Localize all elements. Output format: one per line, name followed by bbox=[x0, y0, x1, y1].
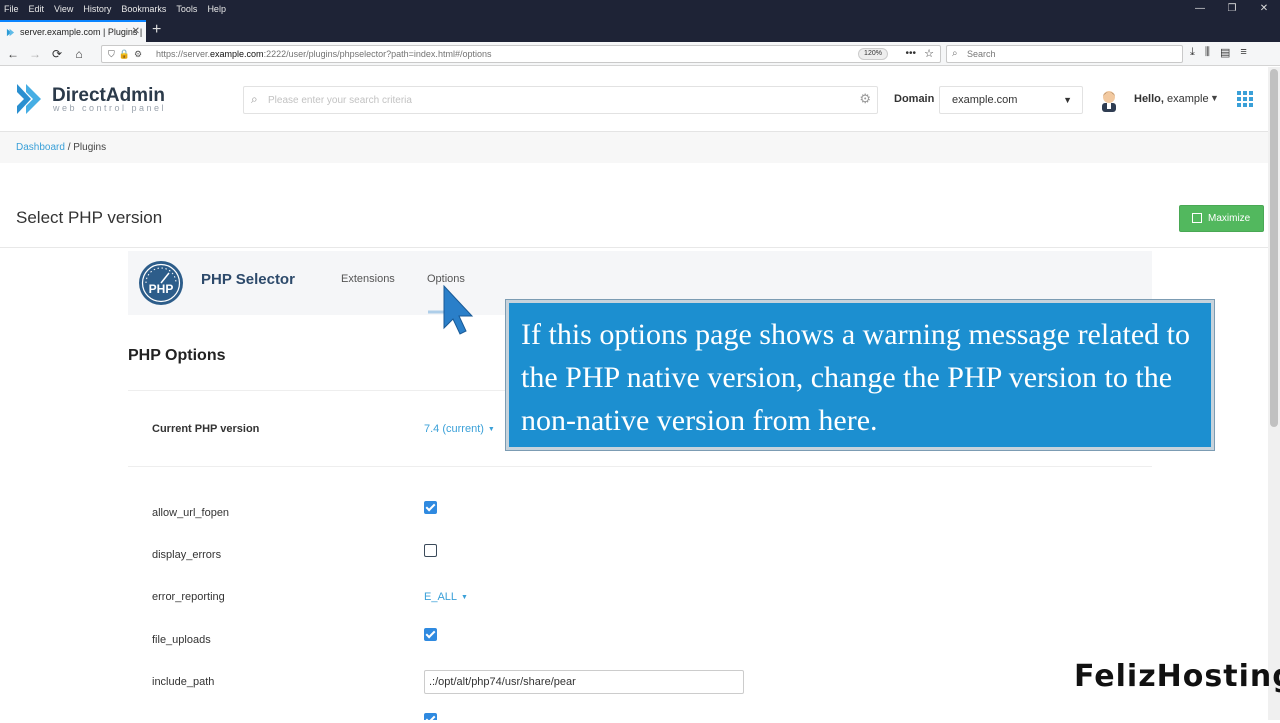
user-greeting[interactable]: Hello, example bbox=[1134, 93, 1209, 105]
browser-search-box[interactable]: ⌕ Search bbox=[946, 45, 1183, 63]
menu-help[interactable]: Help bbox=[202, 4, 231, 14]
scrollbar-thumb[interactable] bbox=[1270, 69, 1278, 427]
browser-tabbar: server.example.com | Plugins | ✕ bbox=[0, 18, 1280, 42]
window-controls: — ❐ ✕ bbox=[1184, 0, 1280, 18]
tab-extensions[interactable]: Extensions bbox=[341, 273, 395, 285]
site-info-icon[interactable]: ⛉🔒⚙ bbox=[108, 46, 146, 62]
directadmin-logo-icon[interactable] bbox=[15, 82, 47, 116]
browser-menubar: File Edit View History Bookmarks Tools H… bbox=[0, 0, 1280, 18]
error-reporting-dropdown[interactable]: E_ALL ▼ bbox=[424, 591, 468, 603]
menu-bookmarks[interactable]: Bookmarks bbox=[116, 4, 171, 14]
zoom-level[interactable]: 120% bbox=[858, 48, 888, 60]
option-label: include_path bbox=[152, 676, 215, 688]
browser-toolbar-icons: ⤓ ⫼ ▤ ≡ bbox=[1190, 46, 1247, 59]
option-label: error_reporting bbox=[152, 591, 225, 603]
home-icon[interactable]: ⌂ bbox=[70, 45, 88, 63]
apps-grid-icon[interactable] bbox=[1237, 91, 1253, 107]
minimize-icon[interactable]: — bbox=[1184, 0, 1216, 18]
menu-tools[interactable]: Tools bbox=[171, 4, 202, 14]
file-uploads-checkbox[interactable] bbox=[424, 628, 437, 641]
breadcrumb-current: Plugins bbox=[73, 142, 107, 153]
breadcrumb-separator: / bbox=[64, 142, 74, 153]
bookmark-star-icon[interactable]: ☆ bbox=[924, 46, 934, 62]
divider bbox=[128, 466, 1152, 467]
url-prefix: https://server. bbox=[156, 49, 211, 59]
username: example bbox=[1167, 93, 1209, 105]
error-reporting-value: E_ALL bbox=[424, 591, 458, 603]
include-path-field[interactable]: .:/opt/alt/php74/usr/share/pear bbox=[424, 670, 744, 694]
maximize-icon bbox=[1192, 213, 1202, 223]
user-avatar[interactable] bbox=[1099, 88, 1119, 112]
search-icon: ⌕ bbox=[952, 48, 958, 59]
url-path: :2222/user/plugins/phpselector?path=inde… bbox=[263, 49, 492, 59]
maximize-label: Maximize bbox=[1208, 213, 1251, 224]
new-tab-icon[interactable]: + bbox=[152, 20, 161, 40]
maximize-button[interactable]: Maximize bbox=[1179, 205, 1264, 232]
page-scrollbar[interactable] bbox=[1268, 67, 1280, 720]
next-option-checkbox[interactable] bbox=[424, 713, 437, 720]
mouse-cursor-icon bbox=[428, 284, 474, 335]
domain-value: example.com bbox=[952, 94, 1018, 106]
menu-view[interactable]: View bbox=[49, 4, 78, 14]
page-actions-icon[interactable]: ••• bbox=[905, 46, 916, 62]
option-label: file_uploads bbox=[152, 634, 211, 646]
menu-history[interactable]: History bbox=[78, 4, 116, 14]
url-host: example.com bbox=[210, 49, 264, 59]
download-icon[interactable]: ⤓ bbox=[1190, 46, 1195, 59]
include-path-value: .:/opt/alt/php74/usr/share/pear bbox=[429, 676, 576, 688]
php-version-value: 7.4 (current) bbox=[424, 423, 484, 435]
back-icon[interactable]: ← bbox=[4, 45, 22, 63]
plugin-name: PHP Selector bbox=[201, 271, 295, 288]
chevron-down-icon: ▼ bbox=[1063, 95, 1072, 105]
breadcrumb: Dashboard / Plugins bbox=[0, 132, 1268, 163]
section-title: PHP Options bbox=[128, 347, 226, 364]
php-selector-logo-icon: PHP bbox=[139, 261, 183, 305]
library-icon[interactable]: ⫼ bbox=[1205, 46, 1210, 59]
option-label: allow_url_fopen bbox=[152, 507, 230, 519]
browser-navbar: ← → ⟳ ⌂ ⛉🔒⚙ https://server.example.com:2… bbox=[0, 42, 1280, 66]
divider bbox=[0, 247, 1268, 248]
page-title: Select PHP version bbox=[16, 208, 163, 227]
browser-search-placeholder: Search bbox=[967, 49, 996, 59]
allow-url-fopen-checkbox[interactable] bbox=[424, 501, 437, 514]
menu-file[interactable]: File bbox=[0, 4, 24, 14]
sidebar-icon[interactable]: ▤ bbox=[1220, 46, 1230, 59]
directadmin-favicon-icon bbox=[6, 28, 15, 36]
breadcrumb-dashboard[interactable]: Dashboard bbox=[16, 142, 65, 153]
current-php-version-label: Current PHP version bbox=[152, 423, 260, 435]
reload-icon[interactable]: ⟳ bbox=[48, 45, 66, 63]
da-search-box: ⌕ ⚙ bbox=[243, 86, 878, 114]
php-version-dropdown[interactable]: 7.4 (current) ▼ bbox=[424, 423, 495, 435]
option-label: display_errors bbox=[152, 549, 222, 561]
menu-hamburger-icon[interactable]: ≡ bbox=[1240, 46, 1246, 59]
tab-close-icon[interactable]: ✕ bbox=[132, 26, 140, 37]
restore-icon[interactable]: ❐ bbox=[1216, 0, 1248, 18]
user-menu-chevron-icon[interactable]: ▼ bbox=[1210, 93, 1219, 103]
da-header: DirectAdmin web control panel ⌕ ⚙ Domain… bbox=[0, 67, 1268, 132]
close-window-icon[interactable]: ✕ bbox=[1248, 0, 1280, 18]
tutorial-callout: If this options page shows a warning mes… bbox=[506, 300, 1214, 450]
tab-title: server.example.com | Plugins | bbox=[20, 27, 143, 37]
menu-edit[interactable]: Edit bbox=[24, 4, 50, 14]
forward-icon[interactable]: → bbox=[26, 45, 44, 63]
search-settings-gear-icon[interactable]: ⚙ bbox=[859, 91, 871, 107]
watermark: FelizHosting bbox=[1074, 659, 1280, 694]
da-search-input[interactable] bbox=[268, 91, 848, 109]
chevron-down-icon: ▼ bbox=[487, 425, 495, 433]
chevron-down-icon: ▼ bbox=[461, 593, 468, 601]
logo-subtitle: web control panel bbox=[53, 103, 167, 113]
search-icon: ⌕ bbox=[251, 92, 258, 106]
browser-tab[interactable]: server.example.com | Plugins | ✕ bbox=[0, 20, 146, 42]
domain-label: Domain bbox=[894, 93, 935, 105]
address-bar[interactable]: ⛉🔒⚙ https://server.example.com:2222/user… bbox=[101, 45, 941, 63]
php-logo-text: PHP bbox=[149, 282, 174, 296]
hello-prefix: Hello, bbox=[1134, 93, 1164, 105]
domain-select[interactable]: example.com ▼ bbox=[939, 86, 1083, 114]
display-errors-checkbox[interactable] bbox=[424, 544, 437, 557]
